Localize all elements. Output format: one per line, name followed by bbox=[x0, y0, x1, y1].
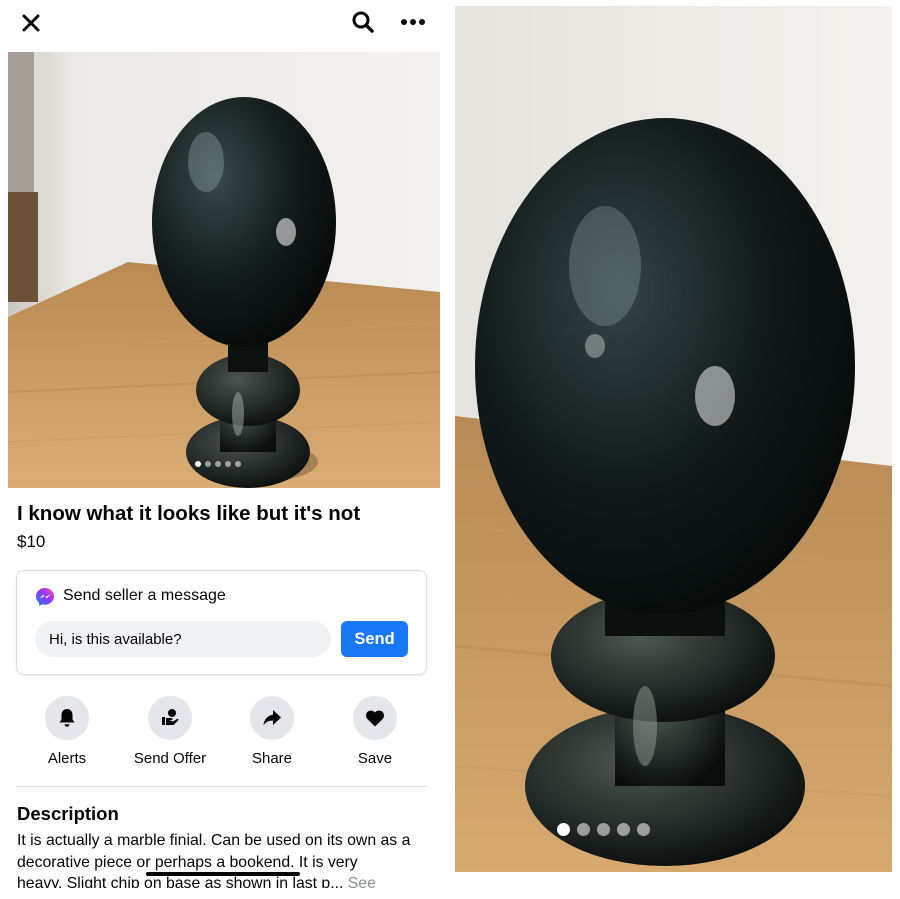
alerts-label: Alerts bbox=[47, 750, 87, 767]
pagination-dot[interactable] bbox=[215, 461, 221, 467]
messenger-icon bbox=[36, 588, 54, 606]
finial-zoom-image bbox=[455, 6, 892, 872]
share-arrow-icon bbox=[263, 710, 281, 726]
send-offer-button[interactable]: Send Offer bbox=[115, 696, 225, 767]
description-line: It is actually a marble finial. Can be u… bbox=[17, 832, 411, 849]
zoomed-listing-photo[interactable] bbox=[455, 6, 892, 872]
alerts-button[interactable]: Alerts bbox=[12, 696, 122, 767]
search-button[interactable] bbox=[346, 5, 380, 39]
listing-price: $10 bbox=[17, 532, 46, 551]
message-seller-card: Send seller a message Send bbox=[16, 570, 427, 675]
search-icon bbox=[352, 11, 374, 33]
pagination-dot[interactable] bbox=[235, 461, 241, 467]
close-button[interactable] bbox=[14, 6, 48, 40]
see-more-link[interactable]: See bbox=[348, 875, 376, 888]
share-label: Share bbox=[251, 750, 293, 767]
pagination-dot[interactable] bbox=[195, 461, 201, 467]
send-offer-icon bbox=[162, 709, 179, 725]
pagination-dot[interactable] bbox=[557, 823, 570, 836]
listing-screen: I know what it looks like but it's not $… bbox=[0, 0, 450, 899]
zoom-pagination-dots[interactable] bbox=[557, 823, 650, 836]
description-line-text: heavy. Slight chip on base as shown in l… bbox=[17, 875, 344, 888]
listing-title: I know what it looks like but it's not bbox=[17, 502, 361, 525]
top-bar bbox=[0, 0, 450, 46]
message-heading: Send seller a message bbox=[63, 587, 226, 604]
pagination-dot[interactable] bbox=[225, 461, 231, 467]
description-heading: Description bbox=[17, 803, 119, 824]
pagination-dot[interactable] bbox=[205, 461, 211, 467]
pagination-dot[interactable] bbox=[637, 823, 650, 836]
listing-photo[interactable] bbox=[8, 52, 440, 488]
send-offer-label: Send Offer bbox=[133, 750, 207, 767]
save-button[interactable]: Save bbox=[320, 696, 430, 767]
more-horizontal-icon bbox=[401, 19, 425, 25]
pagination-dot[interactable] bbox=[577, 823, 590, 836]
heart-icon bbox=[366, 710, 384, 727]
description-line: decorative piece or perhaps a bookend. I… bbox=[17, 853, 358, 871]
more-options-button[interactable] bbox=[394, 5, 432, 39]
message-input[interactable] bbox=[35, 621, 331, 657]
bell-icon bbox=[59, 709, 75, 727]
finial-photo-image bbox=[8, 52, 440, 488]
close-icon bbox=[22, 14, 40, 32]
save-label: Save bbox=[357, 750, 393, 767]
photo-pagination-dots[interactable] bbox=[195, 461, 241, 467]
description-text: It is actually a marble finial. Can be u… bbox=[17, 830, 437, 888]
section-divider bbox=[16, 786, 427, 787]
send-button[interactable]: Send bbox=[341, 621, 408, 657]
action-bar: Alerts Send Offer Share Save bbox=[0, 696, 450, 776]
underline-annotation bbox=[146, 872, 300, 876]
pagination-dot[interactable] bbox=[597, 823, 610, 836]
share-button[interactable]: Share bbox=[217, 696, 327, 767]
pagination-dot[interactable] bbox=[617, 823, 630, 836]
